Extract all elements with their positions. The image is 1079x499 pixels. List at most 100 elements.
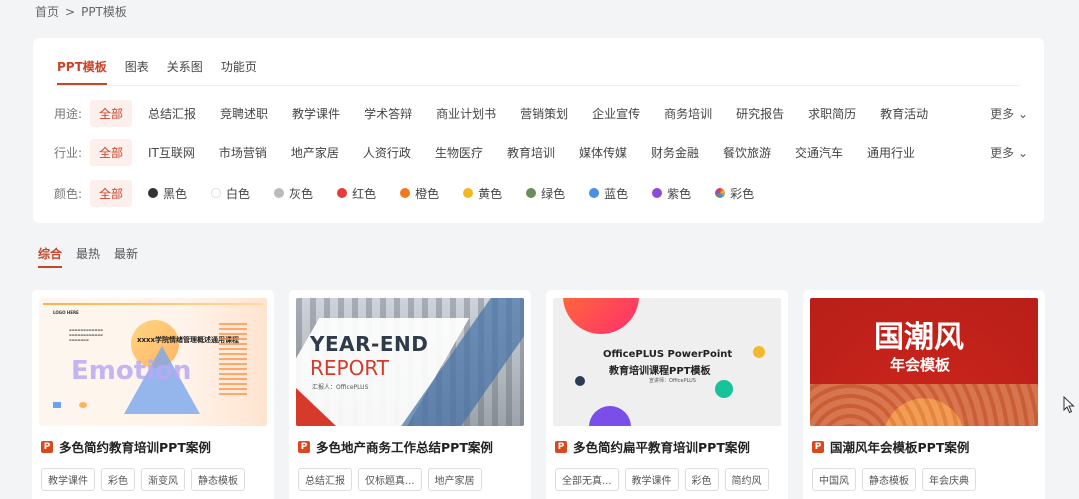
gray-dot-icon (274, 188, 285, 198)
usage-chip[interactable]: 商业计划书 (436, 100, 496, 127)
sort-tab-newest[interactable]: 最新 (114, 245, 138, 268)
sort-tabs: 综合 最热 最新 (38, 245, 152, 268)
thumbnail-purple-circle (589, 406, 631, 426)
color-chip-gray[interactable]: 灰色 (274, 180, 313, 207)
template-tag[interactable]: 教学课件 (624, 468, 679, 491)
thumbnail-annual-meeting-title: 年会模板 (890, 356, 951, 374)
template-card[interactable]: LOGO HERE ▬▬▬▬▬▬▬▬▬▬▬▬ ▬▬▬▬▬▬▬▬▬▬▬▬ ▬▬▬▬▬▬… (32, 290, 274, 499)
template-title[interactable]: P 国潮风年会模板PPT案例 (812, 437, 969, 456)
template-tag[interactable]: 教学课件 (41, 468, 95, 491)
color-chip-orange[interactable]: 橙色 (400, 180, 439, 207)
ppt-file-icon: P (298, 440, 310, 453)
template-card[interactable]: 国潮风 年会模板 P 国潮风年会模板PPT案例 中国风 静态模板 年会庆典 (803, 290, 1045, 499)
mouse-cursor-icon (1063, 395, 1075, 418)
industry-chip[interactable]: 财务金融 (651, 139, 699, 166)
thumbnail-year-end: YEAR-END (310, 332, 429, 356)
template-tags: 全部无真... 教学课件 彩色 简约风 (555, 468, 775, 491)
template-card[interactable]: YEAR-END REPORT 汇报人：OfficePLUS P 多色地产商务工作… (289, 290, 531, 499)
color-label: 颜色: (54, 186, 83, 201)
breadcrumb-current: PPT模板 (81, 5, 127, 19)
thumbnail-yellow-dot (753, 346, 765, 358)
tab-relation-diagram[interactable]: 关系图 (167, 58, 203, 85)
usage-chip[interactable]: 教学课件 (292, 100, 340, 127)
orange-dot-icon (400, 188, 411, 198)
breadcrumb: 首页 > PPT模板 (35, 3, 133, 20)
template-tags: 教学课件 彩色 渐变风 静态模板 (41, 468, 251, 491)
usage-chip[interactable]: 商务培训 (664, 100, 712, 127)
industry-chip[interactable]: 教育培训 (507, 139, 555, 166)
sort-tab-comprehensive[interactable]: 综合 (38, 245, 63, 268)
tab-function-page[interactable]: 功能页 (221, 58, 257, 85)
color-chip-purple[interactable]: 紫色 (652, 180, 691, 207)
color-chip-black[interactable]: 黑色 (148, 180, 187, 207)
usage-chip[interactable]: 求职简历 (808, 100, 856, 127)
industry-chip[interactable]: 市场营销 (219, 139, 267, 166)
industry-chip[interactable]: 人资行政 (363, 139, 411, 166)
template-tag[interactable]: 仅标题真... (358, 468, 422, 491)
template-tag[interactable]: 总结汇报 (298, 468, 352, 491)
yellow-dot-icon (463, 188, 474, 198)
template-thumbnail[interactable]: LOGO HERE ▬▬▬▬▬▬▬▬▬▬▬▬ ▬▬▬▬▬▬▬▬▬▬▬▬ ▬▬▬▬▬▬… (39, 298, 267, 426)
sort-tab-hottest[interactable]: 最热 (76, 245, 100, 268)
thumbnail-paragraph: ▬▬▬▬▬▬▬▬▬▬▬▬ ▬▬▬▬▬▬▬▬▬▬▬▬ ▬▬▬▬▬▬▬ (69, 328, 104, 342)
template-card[interactable]: OfficePLUS PowerPoint 教育培训课程PPT模板 宣讲师：Of… (546, 290, 788, 499)
tab-ppt-template[interactable]: PPT模板 (57, 58, 107, 85)
red-dot-icon (337, 188, 348, 198)
breadcrumb-separator: > (65, 5, 76, 19)
thumbnail-red-corner (296, 388, 336, 426)
template-tag[interactable]: 静态模板 (191, 468, 245, 491)
usage-chip[interactable]: 企业宣传 (592, 100, 640, 127)
template-tag[interactable]: 彩色 (101, 468, 135, 491)
template-tag[interactable]: 渐变风 (141, 468, 185, 491)
color-chip-yellow[interactable]: 黄色 (463, 180, 502, 207)
usage-chip[interactable]: 学术答辩 (364, 100, 412, 127)
template-title-text: 多色简约教育培训PPT案例 (59, 440, 211, 455)
template-tag[interactable]: 简约风 (724, 468, 769, 491)
template-title-text: 多色地产商务工作总结PPT案例 (316, 440, 493, 455)
thumbnail-top-bar (43, 303, 263, 305)
color-chip-white[interactable]: 白色 (211, 180, 250, 207)
template-tag[interactable]: 年会庆典 (922, 468, 976, 491)
usage-label: 用途: (54, 106, 83, 121)
thumbnail-emotion-text: Emotion (71, 356, 192, 386)
color-chip-green[interactable]: 绿色 (526, 180, 565, 207)
tab-chart[interactable]: 图表 (125, 58, 149, 85)
template-title[interactable]: P 多色简约教育培训PPT案例 (41, 437, 211, 456)
color-chip-multicolor[interactable]: 彩色 (715, 180, 754, 207)
template-thumbnail[interactable]: 国潮风 年会模板 (810, 298, 1038, 426)
industry-all-chip[interactable]: 全部 (90, 138, 133, 166)
color-chip-blue[interactable]: 蓝色 (589, 180, 628, 207)
template-thumbnail[interactable]: OfficePLUS PowerPoint 教育培训课程PPT模板 宣讲师：Of… (553, 298, 781, 426)
usage-chip[interactable]: 竞聘述职 (220, 100, 268, 127)
usage-chip[interactable]: 总结汇报 (148, 100, 196, 127)
color-name: 红色 (352, 186, 377, 201)
industry-chip[interactable]: 交通汽车 (795, 139, 843, 166)
industry-chip[interactable]: 通用行业 (867, 139, 915, 166)
color-chip-red[interactable]: 红色 (337, 180, 376, 207)
industry-chip[interactable]: 餐饮旅游 (723, 139, 771, 166)
template-tag[interactable]: 静态模板 (862, 468, 916, 491)
color-all-chip[interactable]: 全部 (90, 179, 133, 207)
usage-all-chip[interactable]: 全部 (90, 99, 133, 127)
industry-more-button[interactable]: 更多 ⌄ (990, 144, 1028, 161)
thumbnail-small-shape (53, 402, 61, 408)
ppt-file-icon: P (41, 440, 53, 453)
template-tag[interactable]: 彩色 (684, 468, 719, 491)
template-tag[interactable]: 中国风 (812, 468, 856, 491)
usage-chip[interactable]: 研究报告 (736, 100, 784, 127)
industry-chip[interactable]: 生物医疗 (435, 139, 483, 166)
usage-chip[interactable]: 教育活动 (880, 100, 928, 127)
thumbnail-navy-dot (575, 376, 585, 386)
template-tag[interactable]: 地产家居 (427, 468, 482, 491)
usage-more-button[interactable]: 更多 ⌄ (990, 105, 1028, 122)
green-dot-icon (526, 188, 537, 198)
template-thumbnail[interactable]: YEAR-END REPORT 汇报人：OfficePLUS (296, 298, 524, 426)
template-tag[interactable]: 全部无真... (555, 468, 619, 491)
template-title[interactable]: P 多色简约扁平教育培训PPT案例 (555, 437, 750, 456)
industry-chip[interactable]: 地产家居 (291, 139, 339, 166)
industry-chip[interactable]: 媒体传媒 (579, 139, 627, 166)
usage-chip[interactable]: 营销策划 (520, 100, 568, 127)
template-title[interactable]: P 多色地产商务工作总结PPT案例 (298, 437, 493, 456)
industry-chip[interactable]: IT互联网 (148, 139, 195, 166)
breadcrumb-home[interactable]: 首页 (35, 5, 59, 19)
